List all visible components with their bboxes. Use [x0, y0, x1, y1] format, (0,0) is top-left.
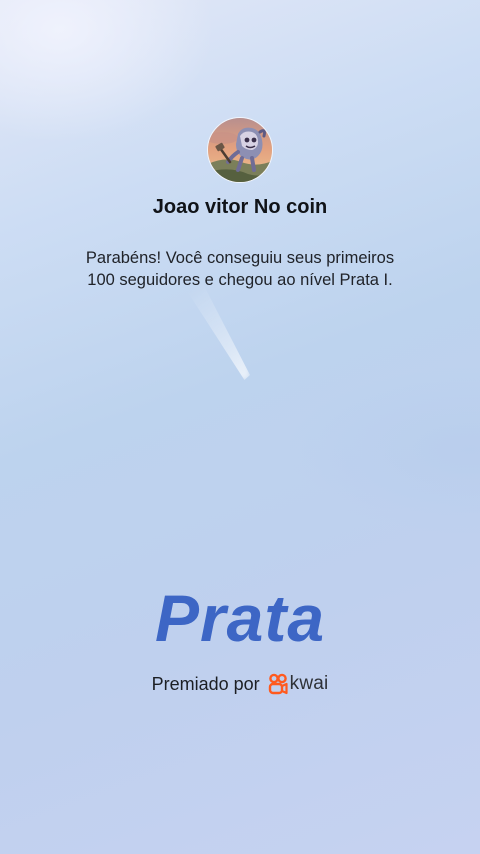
- game-character-avatar-icon: [208, 118, 272, 182]
- message-line-2: 100 seguidores e chegou ao nível Prata I…: [87, 271, 393, 289]
- avatar: [207, 117, 273, 183]
- kwai-brand: kwai: [268, 673, 329, 695]
- username: Joao vitor No coin: [152, 196, 328, 218]
- awarded-by: Premiado por kwai: [0, 673, 480, 695]
- light-beam-decoration: [180, 280, 250, 380]
- achievement-screen: Joao vitor No coin Parabéns! Você conseg…: [0, 0, 480, 854]
- message-line-1: Parabéns! Você conseguiu seus primeiros: [85, 249, 395, 267]
- kwai-logo-icon: [268, 673, 288, 695]
- kwai-brand-name: kwai: [289, 673, 329, 694]
- achievement-message: Parabéns! Você conseguiu seus primeiros …: [50, 247, 430, 291]
- level-title: Prata: [154, 581, 326, 655]
- awarded-by-label: Premiado por: [151, 673, 260, 694]
